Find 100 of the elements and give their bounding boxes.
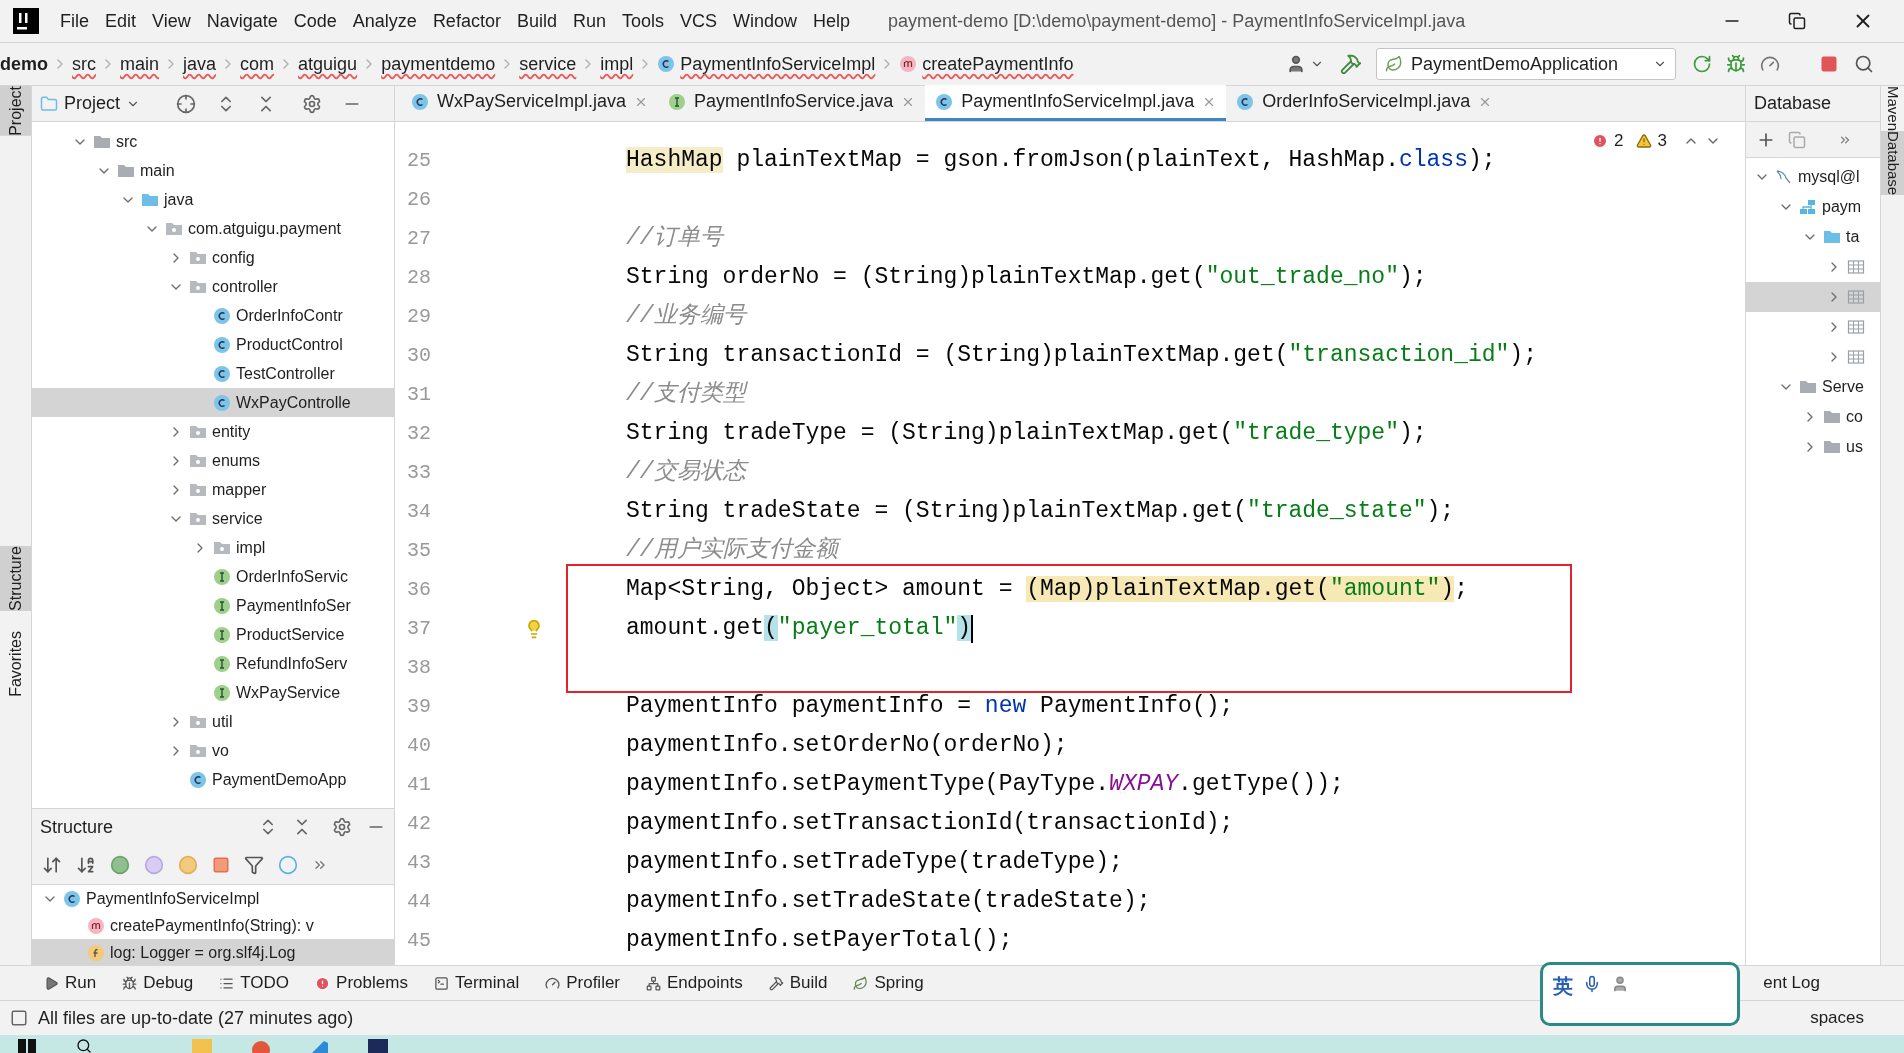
tree-item[interactable]: WxPayControlle (32, 388, 394, 417)
run-config-dropdown[interactable]: PaymentDemoApplication (1376, 48, 1676, 80)
tree-item[interactable]: ProductControl (32, 330, 394, 359)
menu-item[interactable]: View (144, 7, 199, 35)
settings-icon[interactable] (302, 93, 323, 114)
menu-item[interactable]: Refactor (424, 7, 509, 35)
menu-item[interactable]: Edit (97, 7, 145, 35)
tree-item[interactable]: Serve (1746, 372, 1880, 402)
code-line: paymentInfo.setPayerTotal(); (626, 926, 1013, 956)
tree-item[interactable]: mysql@l (1746, 162, 1880, 192)
tool-window-button[interactable]: Run (44, 970, 97, 996)
tool-window-button[interactable]: Terminal (433, 970, 520, 996)
menu-item[interactable]: Analyze (344, 7, 425, 35)
tree-item[interactable]: RefundInfoServ (32, 649, 394, 678)
breadcrumb[interactable]: paymentdemo (381, 50, 496, 78)
warning-count[interactable]: 3 (1657, 128, 1667, 154)
search-icon[interactable] (1854, 54, 1874, 74)
editor-tab[interactable]: WxPayServiceImpl.java (401, 85, 659, 121)
stop-icon[interactable] (1820, 55, 1838, 73)
tool-window-tab[interactable]: Favorites (0, 630, 31, 697)
tree-item[interactable]: service (32, 504, 394, 533)
tree-item[interactable]: paym (1746, 192, 1880, 222)
tool-window-button[interactable]: Debug (122, 970, 194, 996)
menu-item[interactable]: File (52, 7, 97, 35)
tree-item[interactable]: us (1746, 432, 1880, 462)
tree-item[interactable]: createPaymentInfo(String): v (32, 912, 394, 939)
play-icon (44, 975, 59, 991)
indent-status[interactable]: spaces (1810, 1005, 1864, 1031)
tree-item[interactable]: PaymentInfoServiceImpl (32, 885, 394, 912)
input-method-widget[interactable]: 英 (1540, 962, 1740, 1026)
tree-item[interactable]: config (32, 243, 394, 272)
tree-item[interactable]: entity (32, 417, 394, 446)
tree-item[interactable]: controller (32, 272, 394, 301)
menu-item[interactable]: Window (725, 7, 806, 35)
menu-item[interactable]: Navigate (198, 7, 286, 35)
user-icon[interactable] (1286, 54, 1306, 74)
filter-icon[interactable] (244, 854, 264, 875)
tree-item[interactable]: PaymentDemoApp (32, 765, 394, 794)
menu-item[interactable]: Tools (613, 7, 672, 35)
menu-item[interactable]: Build (508, 7, 565, 35)
breadcrumb[interactable]: service (519, 50, 577, 78)
tree-item[interactable]: impl (32, 533, 394, 562)
status-toggle-icon[interactable] (10, 1009, 28, 1027)
tree-item[interactable]: com.atguigu.payment (32, 214, 394, 243)
tree-item[interactable]: mapper (32, 475, 394, 504)
tree-item[interactable]: OrderInfoServic (32, 562, 394, 591)
breadcrumb[interactable]: demo (0, 50, 48, 78)
tool-window-tab[interactable]: Database (1881, 131, 1904, 196)
tree-item[interactable]: ta (1746, 222, 1880, 252)
editor-tab[interactable]: OrderInfoServiceImpl.java (1226, 85, 1503, 121)
breadcrumb[interactable]: java (183, 50, 217, 78)
tree-item[interactable]: co (1746, 402, 1880, 432)
breadcrumb[interactable]: impl (600, 50, 634, 78)
tree-item[interactable]: vo (32, 736, 394, 765)
tool-window-tab[interactable]: Project (0, 86, 31, 136)
menu-item[interactable]: Code (285, 7, 345, 35)
tool-window-button[interactable]: Build (768, 970, 828, 996)
editor-tab[interactable]: PaymentInfoServiceImpl.java (925, 85, 1227, 121)
tree-item[interactable]: WxPayService (32, 678, 394, 707)
tool-window-button[interactable]: Profiler (545, 970, 621, 996)
bug-icon[interactable] (1726, 54, 1746, 74)
tree-item[interactable]: OrderInfoContr (32, 301, 394, 330)
tree-item[interactable]: main (32, 156, 394, 185)
restore-icon[interactable] (1788, 12, 1806, 30)
hammer-icon[interactable] (1340, 53, 1362, 75)
tool-window-button[interactable]: ent Log (1763, 970, 1820, 996)
locate-icon[interactable] (176, 93, 197, 114)
gauge-icon[interactable] (1760, 54, 1780, 74)
breadcrumb[interactable]: createPaymentInfo (899, 50, 1074, 78)
editor-tab[interactable]: PaymentInfoService.java (658, 85, 926, 121)
tree-item[interactable]: PaymentInfoSer (32, 591, 394, 620)
breadcrumb[interactable]: main (120, 50, 160, 78)
rerun-icon[interactable] (1692, 54, 1712, 74)
tool-window-button[interactable]: TODO (219, 970, 290, 996)
tree-item[interactable]: util (32, 707, 394, 736)
settings-icon[interactable] (332, 817, 352, 837)
menu-item[interactable]: Help (805, 7, 859, 35)
tree-item[interactable]: src (32, 127, 394, 156)
tool-window-tab[interactable]: Structure (0, 545, 31, 611)
error-count[interactable]: 2 (1614, 128, 1624, 154)
tool-window-button[interactable]: Problems (315, 970, 408, 996)
menu-item[interactable]: VCS (672, 7, 725, 35)
tree-item[interactable]: TestController (32, 359, 394, 388)
panel-title[interactable]: Project (64, 90, 121, 117)
menu-item[interactable]: Run (564, 7, 614, 35)
tree-item[interactable]: java (32, 185, 394, 214)
tool-window-tab[interactable]: Maven (1881, 86, 1904, 132)
tree-item[interactable]: log: Logger = org.slf4j.Log (32, 939, 394, 965)
tree-item[interactable]: enums (32, 446, 394, 475)
search-icon[interactable] (76, 1038, 92, 1053)
windows-start-icon[interactable] (18, 1039, 36, 1053)
breadcrumb[interactable]: PaymentInfoServiceImpl (657, 50, 876, 78)
tree-item[interactable]: ProductService (32, 620, 394, 649)
breadcrumb[interactable]: atguigu (298, 50, 358, 78)
code-editor-icon[interactable] (310, 1039, 328, 1053)
breadcrumb[interactable]: com (240, 50, 275, 78)
tool-window-button[interactable]: Endpoints (646, 970, 743, 996)
breadcrumb[interactable]: src (72, 50, 96, 78)
browser-icon[interactable] (252, 1039, 270, 1053)
tool-window-button[interactable]: Spring (853, 970, 924, 996)
